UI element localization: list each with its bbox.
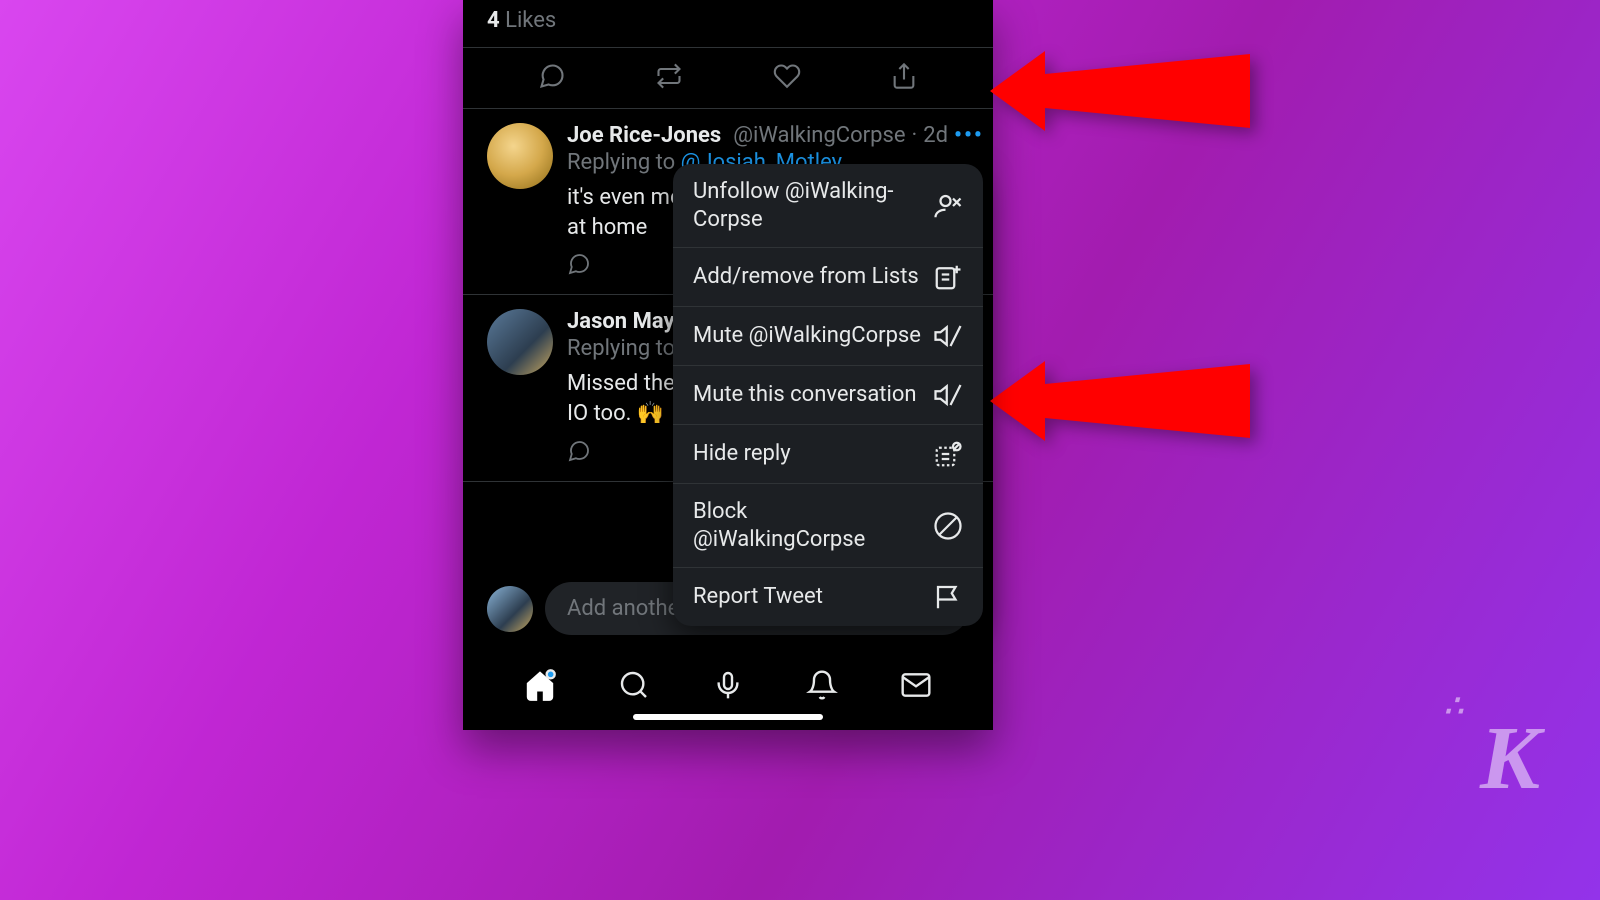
menu-lists[interactable]: Add/remove from Lists: [673, 248, 983, 307]
messages-tab[interactable]: [900, 669, 932, 705]
spaces-tab[interactable]: [712, 669, 744, 705]
display-name: Joe Rice-Jones: [567, 123, 721, 148]
reply-icon[interactable]: [567, 257, 591, 282]
avatar[interactable]: [487, 586, 533, 632]
separator-dot: ·: [912, 123, 918, 148]
home-tab[interactable]: [524, 669, 556, 705]
home-indicator: [633, 714, 823, 720]
handle: @iWalkingCorpse: [733, 123, 905, 148]
avatar[interactable]: [487, 123, 553, 189]
reply-icon[interactable]: [538, 62, 566, 94]
timestamp: 2d: [923, 123, 948, 148]
menu-hide-reply[interactable]: Hide reply: [673, 425, 983, 484]
search-tab[interactable]: [618, 669, 650, 705]
display-name: Jason Maye: [567, 309, 686, 334]
mute-icon: [933, 380, 963, 410]
like-icon[interactable]: [773, 62, 801, 94]
menu-mute-user[interactable]: Mute @iWalkingCorpse: [673, 307, 983, 366]
tweet-action-bar: [463, 48, 993, 109]
flag-icon: [933, 582, 963, 612]
tweet-context-menu: Unfollow @iWalking-Corpse Add/remove fro…: [673, 164, 983, 626]
menu-block[interactable]: Block @iWalkingCorpse: [673, 484, 983, 568]
mute-icon: [933, 321, 963, 351]
notifications-tab[interactable]: [806, 669, 838, 705]
more-options-button[interactable]: •••: [954, 123, 984, 148]
likes-number: 4: [487, 8, 500, 33]
tab-bar: [463, 669, 993, 705]
hide-reply-icon: [933, 439, 963, 469]
block-icon: [933, 511, 963, 541]
annotation-arrow: [990, 36, 1250, 146]
likes-count[interactable]: 4 Likes: [463, 0, 993, 48]
menu-unfollow[interactable]: Unfollow @iWalking-Corpse: [673, 164, 983, 248]
unfollow-icon: [933, 191, 963, 221]
list-add-icon: [933, 262, 963, 292]
menu-mute-conversation[interactable]: Mute this conversation: [673, 366, 983, 425]
annotation-arrow: [990, 346, 1250, 456]
share-icon[interactable]: [890, 62, 918, 94]
brand-watermark: ∴K: [1480, 707, 1540, 810]
avatar[interactable]: [487, 309, 553, 375]
retweet-icon[interactable]: [655, 62, 683, 94]
menu-report[interactable]: Report Tweet: [673, 568, 983, 626]
reply-icon[interactable]: [567, 444, 591, 469]
likes-label: Likes: [505, 8, 556, 33]
